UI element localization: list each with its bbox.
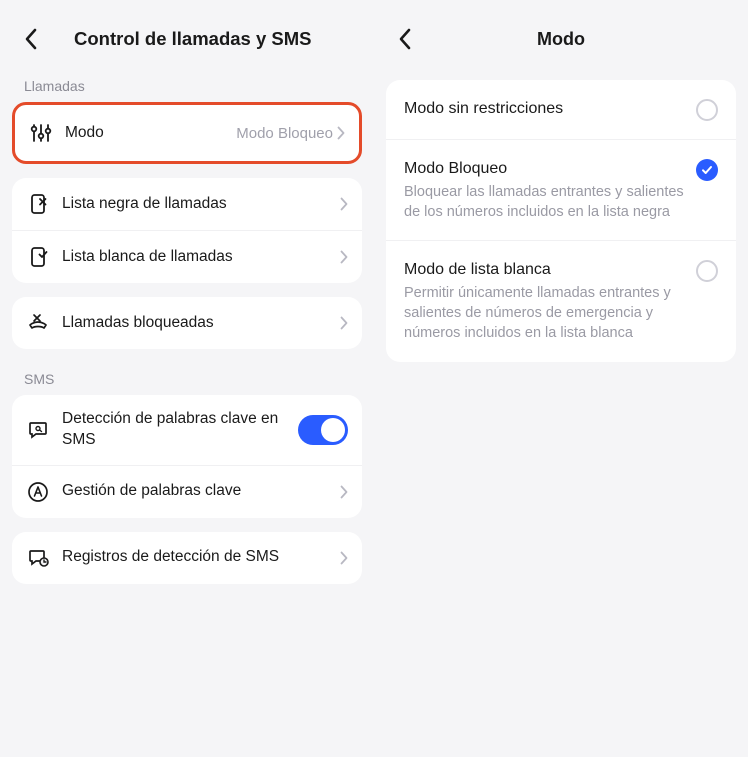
phone-blacklist-icon <box>26 192 50 216</box>
row-modo[interactable]: Modo Modo Bloqueo <box>15 105 359 161</box>
option-unrestricted[interactable]: Modo sin restricciones <box>386 80 736 139</box>
radio-block[interactable] <box>696 159 718 181</box>
sms-log-icon <box>26 546 50 570</box>
row-keyword-detect[interactable]: Detección de palabras clave en SMS <box>12 395 362 465</box>
option-text: Modo de lista blanca Permitir únicamente… <box>404 259 696 343</box>
option-unrestricted-title: Modo sin restricciones <box>404 98 684 120</box>
row-blacklist[interactable]: Lista negra de llamadas <box>12 178 362 230</box>
chevron-left-icon <box>398 28 412 50</box>
radio-whitelist[interactable] <box>696 260 718 282</box>
option-block[interactable]: Modo Bloqueo Bloquear las llamadas entra… <box>386 139 736 240</box>
check-icon <box>701 164 713 176</box>
option-whitelist-desc: Permitir únicamente llamadas entrantes y… <box>404 283 684 344</box>
right-header: Modo <box>374 0 748 70</box>
row-sms-logs[interactable]: Registros de detección de SMS <box>12 532 362 584</box>
left-header: Control de llamadas y SMS <box>0 0 374 70</box>
calls-list-group: Lista negra de llamadas Lista blanca de … <box>12 178 362 283</box>
option-whitelist-title: Modo de lista blanca <box>404 259 684 281</box>
chevron-right-icon <box>337 126 345 140</box>
section-label-sms: SMS <box>0 363 374 395</box>
phone-whitelist-icon <box>26 245 50 269</box>
left-pane: Control de llamadas y SMS Llamadas Modo … <box>0 0 374 757</box>
letter-a-icon <box>26 480 50 504</box>
modo-card-highlighted: Modo Modo Bloqueo <box>12 102 362 164</box>
keyword-detect-toggle[interactable] <box>298 415 348 445</box>
row-modo-label: Modo <box>65 123 236 144</box>
chevron-right-icon <box>340 250 348 264</box>
right-pane: Modo Modo sin restricciones Modo Bloqueo… <box>374 0 748 757</box>
option-block-title: Modo Bloqueo <box>404 158 684 180</box>
row-sms-logs-label: Registros de detección de SMS <box>62 547 340 568</box>
chevron-left-icon <box>24 28 38 50</box>
option-block-desc: Bloquear las llamadas entrantes y salien… <box>404 182 684 223</box>
chat-search-icon <box>26 418 50 442</box>
chevron-right-icon <box>340 197 348 211</box>
call-blocked-icon <box>26 311 50 335</box>
section-label-calls: Llamadas <box>0 70 374 102</box>
option-whitelist[interactable]: Modo de lista blanca Permitir únicamente… <box>386 240 736 361</box>
row-whitelist[interactable]: Lista blanca de llamadas <box>12 230 362 283</box>
radio-unrestricted[interactable] <box>696 99 718 121</box>
row-keyword-detect-label: Detección de palabras clave en SMS <box>62 409 298 451</box>
chevron-right-icon <box>340 316 348 330</box>
option-text: Modo Bloqueo Bloquear las llamadas entra… <box>404 158 696 222</box>
page-title: Control de llamadas y SMS <box>74 28 311 50</box>
row-keyword-manage[interactable]: Gestión de palabras clave <box>12 465 362 518</box>
sms-logs-group: Registros de detección de SMS <box>12 532 362 584</box>
row-blacklist-label: Lista negra de llamadas <box>62 194 340 215</box>
row-keyword-manage-label: Gestión de palabras clave <box>62 481 340 502</box>
option-text: Modo sin restricciones <box>404 98 696 120</box>
row-blocked-label: Llamadas bloqueadas <box>62 313 340 334</box>
page-title: Modo <box>537 29 585 50</box>
row-modo-value: Modo Bloqueo <box>236 125 333 142</box>
back-button[interactable] <box>16 24 46 54</box>
blocked-calls-group: Llamadas bloqueadas <box>12 297 362 349</box>
mode-options-group: Modo sin restricciones Modo Bloqueo Bloq… <box>386 80 736 362</box>
row-whitelist-label: Lista blanca de llamadas <box>62 247 340 268</box>
sms-keyword-group: Detección de palabras clave en SMS Gesti… <box>12 395 362 518</box>
row-blocked-calls[interactable]: Llamadas bloqueadas <box>12 297 362 349</box>
sliders-icon <box>29 121 53 145</box>
chevron-right-icon <box>340 551 348 565</box>
chevron-right-icon <box>340 485 348 499</box>
back-button[interactable] <box>390 24 420 54</box>
